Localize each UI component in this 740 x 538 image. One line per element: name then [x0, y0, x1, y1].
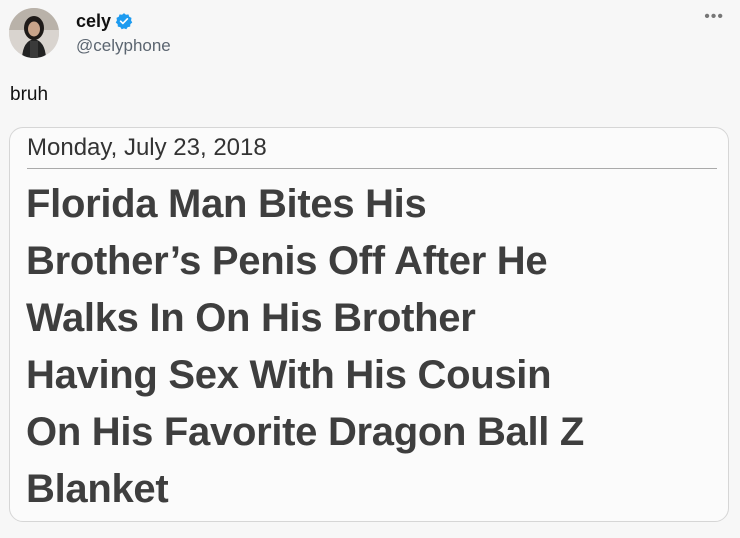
handle[interactable]: @celyphone: [76, 36, 171, 56]
display-name-row: cely: [76, 10, 171, 32]
verified-badge-icon: [115, 12, 133, 30]
divider: [27, 168, 717, 169]
tweet-text: bruh: [10, 84, 49, 105]
article-date: Monday, July 23, 2018: [27, 134, 267, 161]
more-options-icon[interactable]: •••: [704, 8, 724, 26]
headline-line: Blanket: [26, 467, 169, 511]
tweet-header: cely @celyphone: [9, 8, 171, 58]
avatar[interactable]: [9, 8, 59, 58]
tweet: cely @celyphone ••• bruh Monday, July 23…: [0, 0, 740, 538]
display-name[interactable]: cely: [76, 11, 111, 32]
avatar-photo: [9, 8, 59, 58]
article-headline: Florida Man Bites His Brother’s Penis Of…: [26, 176, 716, 518]
attached-image-card[interactable]: Monday, July 23, 2018 Florida Man Bites …: [9, 127, 729, 522]
author-names: cely @celyphone: [76, 10, 171, 56]
headline-line: Florida Man Bites His: [26, 182, 427, 226]
headline-line: Having Sex With His Cousin: [26, 353, 552, 397]
headline-line: Walks In On His Brother: [26, 296, 476, 340]
headline-line: On His Favorite Dragon Ball Z: [26, 410, 585, 454]
headline-line: Brother’s Penis Off After He: [26, 239, 548, 283]
